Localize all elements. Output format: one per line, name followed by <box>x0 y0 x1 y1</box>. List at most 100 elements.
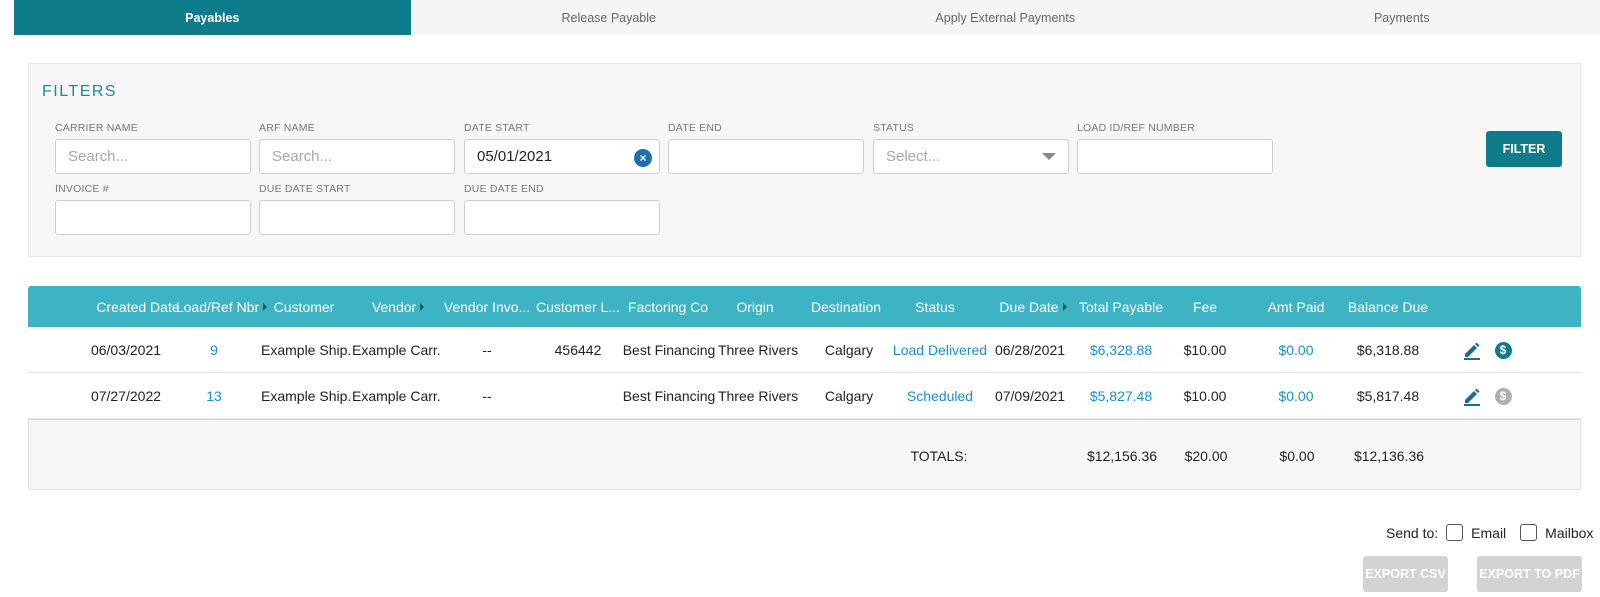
arf-name-input[interactable] <box>259 139 455 174</box>
col-total-payable[interactable]: Total Payable <box>1075 286 1167 327</box>
col-balance-due[interactable]: Balance Due <box>1342 286 1434 327</box>
cell-destination: Calgary <box>824 388 874 404</box>
due-date-end-label: DUE DATE END <box>464 183 544 195</box>
tab-apply-external-payments[interactable]: Apply External Payments <box>807 0 1204 35</box>
cell-fee: $10.00 <box>1183 388 1227 404</box>
total-fee-sum: $20.00 <box>1184 447 1228 464</box>
due-date-start-input[interactable] <box>259 200 455 235</box>
cell-created-date: 06/03/2021 <box>90 342 162 358</box>
cell-load-ref-link[interactable]: 9 <box>174 327 254 373</box>
arf-name-label: ARF NAME <box>259 122 315 134</box>
status-label: STATUS <box>873 122 915 134</box>
date-end-label: DATE END <box>668 122 722 134</box>
totals-label: TOTALS: <box>910 447 968 464</box>
pay-dollar-icon[interactable]: $ <box>1492 327 1514 373</box>
invoice-input[interactable] <box>55 200 251 235</box>
tab-release-payable[interactable]: Release Payable <box>411 0 808 35</box>
export-pdf-button[interactable]: EXPORT TO PDF <box>1477 556 1582 592</box>
cell-status-link[interactable]: Load Delivered <box>888 327 992 373</box>
cell-balance-due: $6,318.88 <box>1356 342 1420 358</box>
cell-due-date: 07/09/2021 <box>994 388 1066 404</box>
cell-due-date: 06/28/2021 <box>994 342 1066 358</box>
due-date-end-input[interactable] <box>464 200 660 235</box>
tab-payments[interactable]: Payments <box>1204 0 1600 35</box>
col-balance-due-label: Balance Due <box>1347 298 1429 315</box>
mailbox-checkbox[interactable] <box>1520 524 1538 541</box>
col-due-date-label: Due Date <box>999 298 1059 315</box>
col-customer-label: Customer <box>273 298 335 315</box>
col-factoring-co-label: Factoring Co <box>627 298 709 315</box>
col-origin[interactable]: Origin <box>718 286 792 327</box>
clear-date-icon[interactable]: × <box>634 149 652 167</box>
send-to-options: Send to: Email Mailbox <box>1386 524 1593 541</box>
chevron-down-icon <box>1042 153 1056 160</box>
cell-origin: Three Rivers <box>718 342 798 358</box>
col-customer-load-label: Customer L... <box>535 298 621 315</box>
mailbox-label: Mailbox <box>1545 524 1594 541</box>
col-load-ref-label: Load/Ref Nbr <box>175 298 260 315</box>
sort-icon <box>1062 302 1067 311</box>
date-start-label: DATE START <box>464 122 530 134</box>
due-date-start-label: DUE DATE START <box>259 183 351 195</box>
col-status[interactable]: Status <box>898 286 972 327</box>
invoice-label: INVOICE # <box>55 183 109 195</box>
cell-vendor: Example Carr... <box>352 388 442 404</box>
col-customer[interactable]: Customer <box>264 286 344 327</box>
due-date-start-field: DUE DATE START <box>259 182 455 235</box>
col-due-date[interactable]: Due Date <box>988 286 1078 327</box>
col-origin-label: Origin <box>736 298 774 315</box>
payables-table: Created Date Load/Ref Nbr Customer Vendo… <box>28 286 1581 490</box>
cell-vendor: Example Carr... <box>352 342 442 358</box>
tab-bar: Payables Release Payable Apply External … <box>14 0 1600 35</box>
email-label: Email <box>1471 524 1507 541</box>
status-select[interactable]: Select... <box>873 139 1069 174</box>
cell-customer: Example Ship... <box>261 388 351 404</box>
cell-vendor-invoice: -- <box>482 388 492 404</box>
col-destination[interactable]: Destination <box>805 286 887 327</box>
load-id-field: LOAD ID/REF NUMBER <box>1077 121 1273 174</box>
cell-destination: Calgary <box>824 342 874 358</box>
col-vendor[interactable]: Vendor <box>358 286 438 327</box>
carrier-name-label: CARRIER NAME <box>55 122 138 134</box>
pay-dollar-icon[interactable]: $ <box>1492 373 1514 419</box>
col-vendor-invoice[interactable]: Vendor Invo... <box>442 286 532 327</box>
cell-total-payable-link[interactable]: $5,827.48 <box>1075 373 1167 419</box>
col-amt-paid[interactable]: Amt Paid <box>1261 286 1331 327</box>
carrier-name-input[interactable] <box>55 139 251 174</box>
cell-status-link[interactable]: Scheduled <box>888 373 992 419</box>
edit-icon[interactable] <box>1460 373 1484 419</box>
col-customer-load[interactable]: Customer L... <box>533 286 623 327</box>
col-status-label: Status <box>915 298 955 315</box>
table-row: 07/27/2022 13 Example Ship... Example Ca… <box>28 373 1581 419</box>
cell-balance-due: $5,817.48 <box>1356 388 1420 404</box>
cell-created-date: 07/27/2022 <box>90 388 162 404</box>
col-load-ref[interactable]: Load/Ref Nbr <box>174 286 269 327</box>
arf-name-field: ARF NAME <box>259 121 455 174</box>
email-checkbox[interactable] <box>1446 524 1464 541</box>
col-factoring-co[interactable]: Factoring Co <box>623 286 713 327</box>
col-amt-paid-label: Amt Paid <box>1267 298 1325 315</box>
col-vendor-invoice-label: Vendor Invo... <box>443 298 531 315</box>
cell-fee: $10.00 <box>1183 342 1227 358</box>
date-start-input[interactable] <box>464 139 660 174</box>
cell-total-payable-link[interactable]: $6,328.88 <box>1075 327 1167 373</box>
cell-origin: Three Rivers <box>718 388 798 404</box>
cell-customer-load: 456442 <box>554 342 602 358</box>
filter-button[interactable]: FILTER <box>1486 131 1562 167</box>
col-fee[interactable]: Fee <box>1170 286 1240 327</box>
cell-load-ref-link[interactable]: 13 <box>174 373 254 419</box>
cell-customer: Example Ship... <box>261 342 351 358</box>
status-field: STATUS Select... <box>873 121 1069 174</box>
edit-icon[interactable] <box>1460 327 1484 373</box>
date-start-field: DATE START × <box>464 121 660 174</box>
col-vendor-label: Vendor <box>371 298 417 315</box>
cell-amt-paid-link[interactable]: $0.00 <box>1261 327 1331 373</box>
total-amt-paid-sum: $0.00 <box>1279 447 1315 464</box>
cell-amt-paid-link[interactable]: $0.00 <box>1261 373 1331 419</box>
export-csv-button[interactable]: EXPORT CSV <box>1363 556 1448 592</box>
date-end-input[interactable] <box>668 139 864 174</box>
col-destination-label: Destination <box>810 298 882 315</box>
tab-payables[interactable]: Payables <box>14 0 411 35</box>
sort-icon <box>420 302 425 311</box>
load-id-input[interactable] <box>1077 139 1273 174</box>
